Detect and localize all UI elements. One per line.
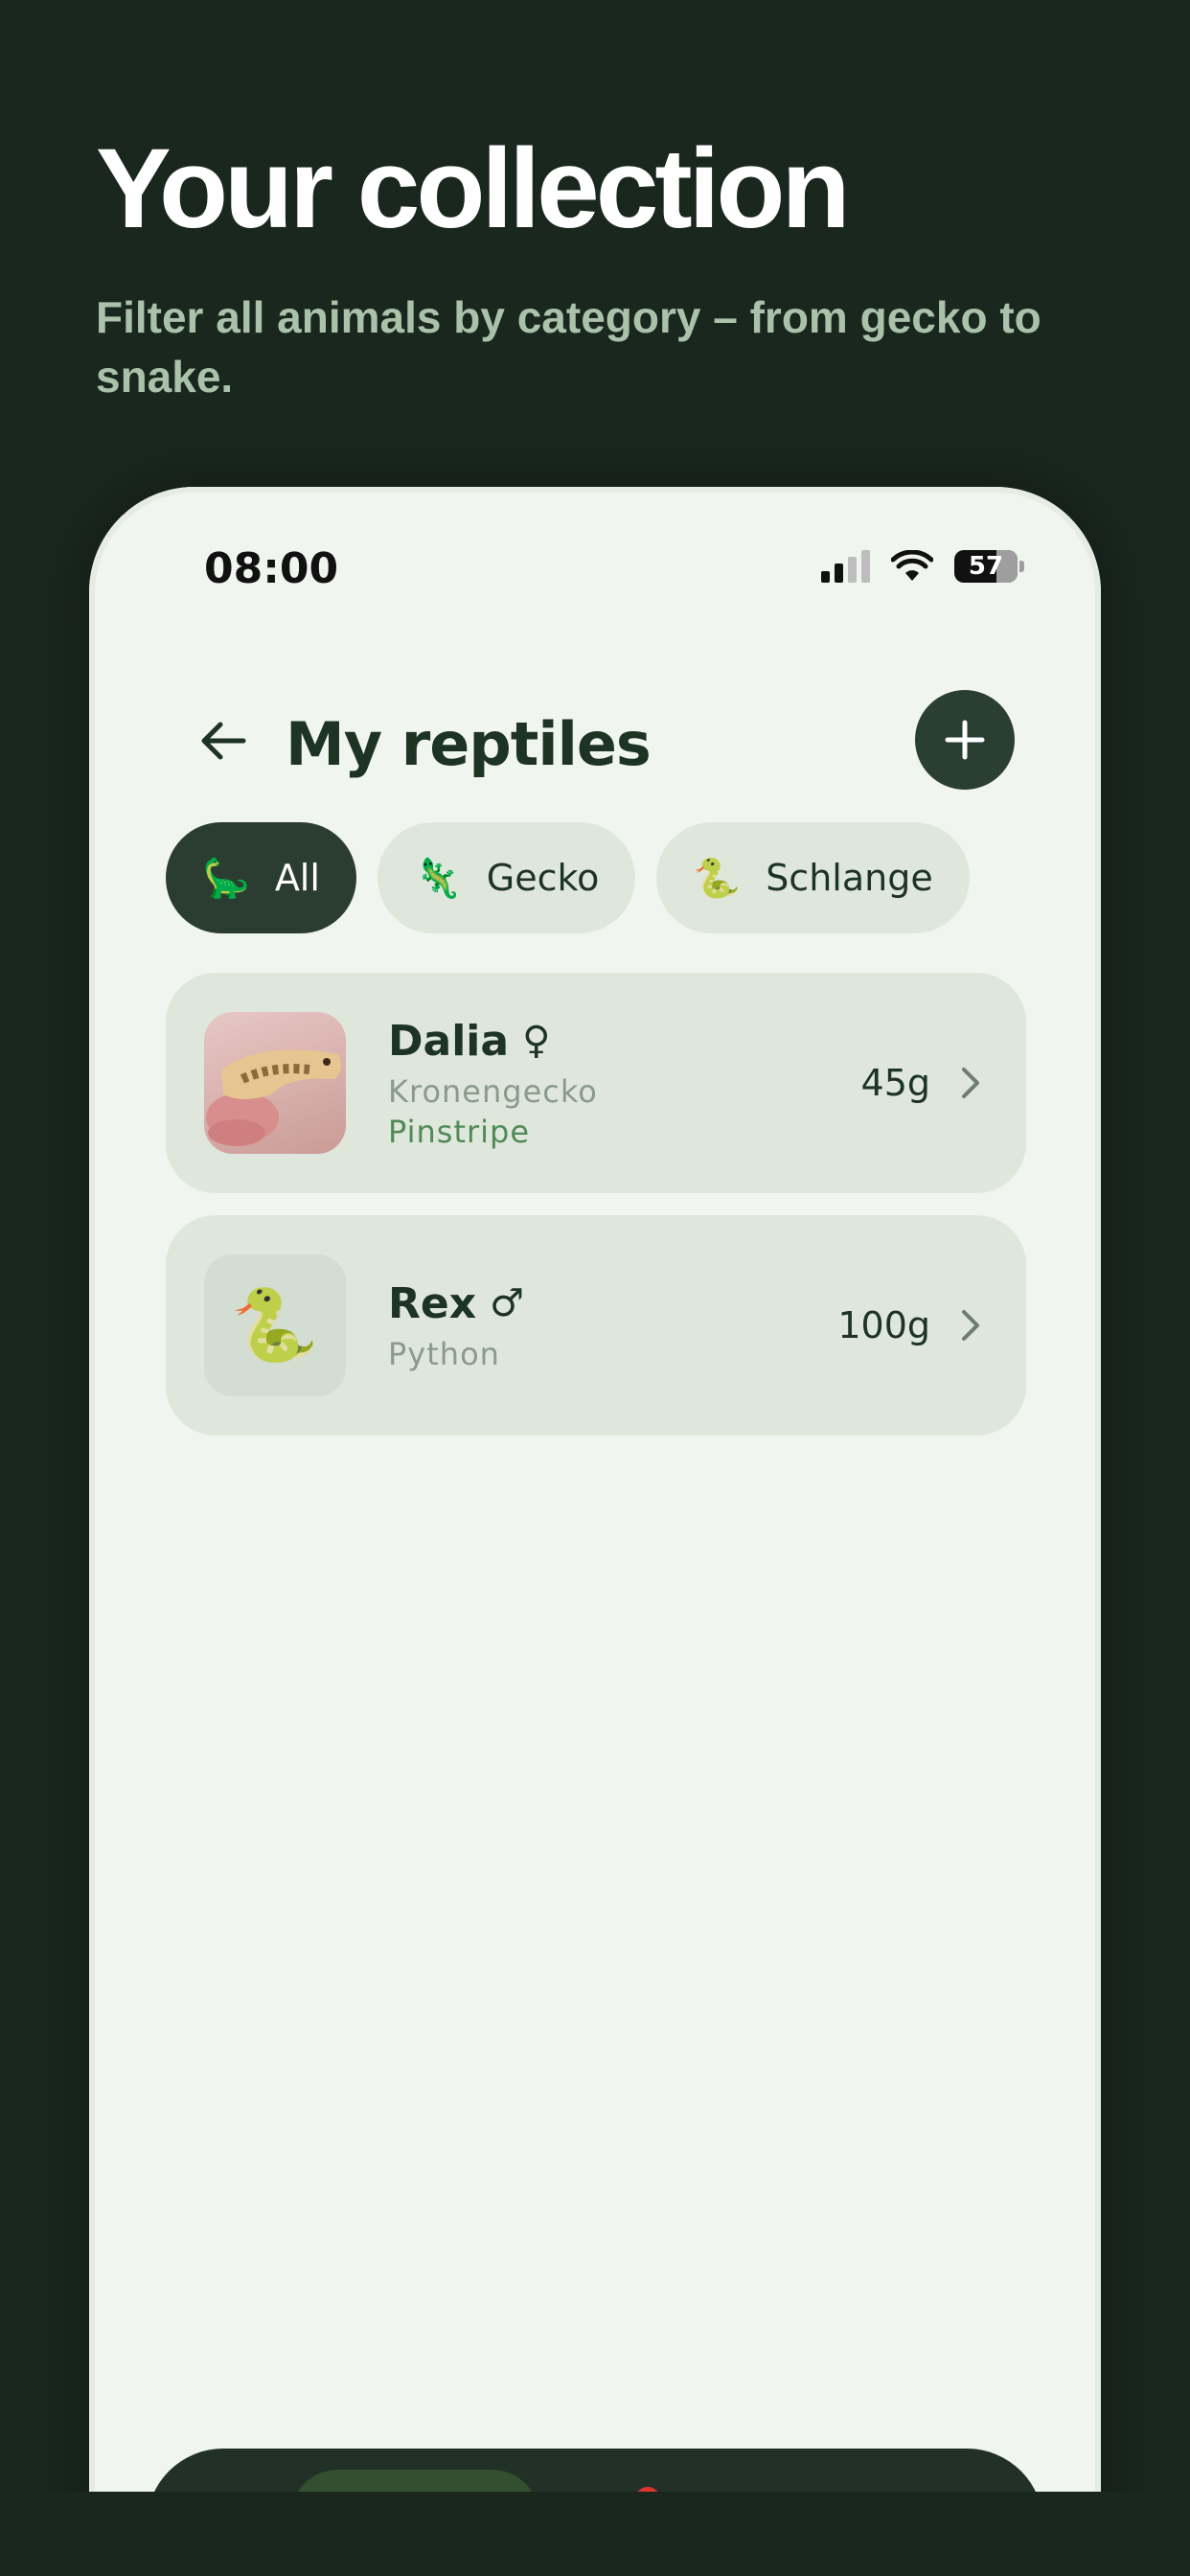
arrow-left-icon [201,722,246,760]
snake-icon: 🐍 [204,1254,346,1396]
cellular-signal-icon [821,550,870,583]
male-icon: ♂ [490,1281,524,1325]
battery-level: 57 [968,552,1004,581]
animal-name-row: Dalia ♀ [388,1017,861,1066]
lizard-icon: 🦎 [413,856,462,901]
animal-weight: 45g [860,1062,930,1104]
female-icon: ♀ [522,1019,551,1063]
animal-photo [204,1012,346,1154]
status-icons: 57 [821,550,1024,583]
chevron-right-icon [959,1064,988,1102]
animal-name-row: Rex ♂ [388,1279,837,1328]
animal-species: Python [388,1335,500,1372]
filter-chip-label: Gecko [486,857,600,899]
animal-card-rex[interactable]: 🐍 Rex ♂ Python 100g [166,1215,1026,1436]
status-time: 08:00 [204,544,339,593]
phone-frame: 08:00 57 My reptiles 🦕 All 🦎 Gecko 🐍 Sch… [89,487,1101,2576]
snake-icon: 🐍 [693,856,742,901]
animal-species: Kronengecko [388,1072,598,1110]
gecko-photo-icon [206,1049,342,1146]
wifi-icon [891,550,933,581]
dinosaur-icon: 🦕 [202,856,250,901]
chevron-right-icon [959,1306,988,1345]
animal-name: Dalia [388,1016,510,1066]
animal-weight: 100g [837,1304,930,1346]
filter-chip-all[interactable]: 🦕 All [166,822,356,933]
animal-card-dalia[interactable]: Dalia ♀ Kronengecko Pinstripe 45g [166,973,1026,1193]
back-button[interactable] [195,712,252,770]
filter-chip-snake[interactable]: 🐍 Schlange [656,822,970,933]
hero-subtitle: Filter all animals by category – from ge… [96,292,1041,402]
animal-name: Rex [388,1278,477,1328]
hero-title: Your collection [96,126,851,252]
battery-icon: 57 [954,550,1018,583]
filter-chip-gecko[interactable]: 🦎 Gecko [377,822,636,933]
page-title: My reptiles [286,709,652,779]
filter-chip-label: Schlange [766,857,933,899]
battery-tip [1019,561,1024,572]
category-filter: 🦕 All 🦎 Gecko 🐍 Schlange [166,822,970,933]
plus-icon [945,720,985,760]
filter-chip-label: All [274,857,320,899]
animal-morph: Pinstripe [388,1113,531,1150]
bottom-band [0,2492,1190,2576]
add-reptile-button[interactable] [915,690,1015,790]
